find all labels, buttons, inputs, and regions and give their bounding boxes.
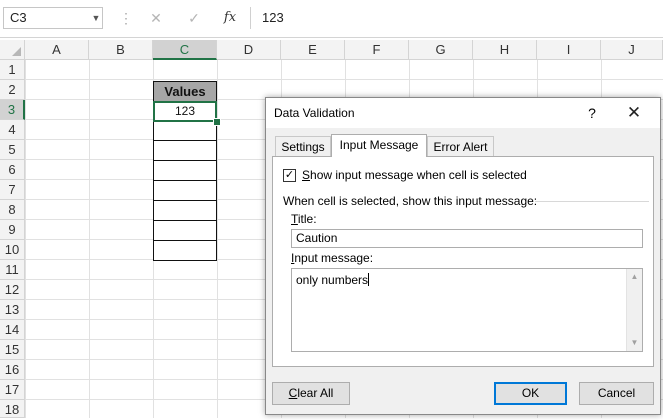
input-message-panel: ✓ Show input message when cell is select… [272,156,654,367]
input-message-label: Input message: [291,249,373,267]
text-caret [368,273,370,286]
row-header-8[interactable]: 8 [0,200,25,220]
ok-button[interactable]: OK [494,382,567,405]
chevron-down-icon[interactable]: ▼ [90,7,102,29]
row-header-3[interactable]: 3 [0,100,25,120]
clear-all-text: lear All [297,386,334,400]
column-header-f[interactable]: F [345,40,409,60]
row-header-2[interactable]: 2 [0,80,25,100]
accel-t: T [291,212,298,226]
title-label-text: itle: [297,212,317,226]
row-header-1[interactable]: 1 [0,60,25,80]
title-label: Title: [291,210,317,228]
formula-buttons: ✕ ✓ fx [139,7,249,29]
table-row[interactable] [154,181,216,201]
column-header-d[interactable]: D [217,40,281,60]
row-header-4[interactable]: 4 [0,120,25,140]
vertical-dots-icon: ⋮ [119,10,133,26]
section-divider [535,201,649,202]
formula-input[interactable]: 123 [250,7,663,29]
message-scrollbar[interactable]: ▲ ▼ [626,269,642,351]
enter-icon[interactable]: ✓ [183,7,205,29]
row-header-9[interactable]: 9 [0,220,25,240]
input-message-value: only numbers [296,273,369,287]
values-table-header[interactable]: Values [154,82,216,102]
table-row[interactable] [154,201,216,221]
show-message-text: how input message when cell is selected [310,168,527,182]
tab-input-message[interactable]: Input Message [331,134,427,157]
row-header-7[interactable]: 7 [0,180,25,200]
input-message-label-text: nput message: [294,251,374,265]
column-header-c[interactable]: C [153,40,217,60]
scroll-down-icon[interactable]: ▼ [627,335,642,351]
select-all-icon [12,47,21,56]
show-message-label[interactable]: Show input message when cell is selected [302,166,527,184]
show-message-checkbox[interactable]: ✓ [283,169,296,182]
row-header-13[interactable]: 13 [0,300,25,320]
data-validation-dialog: Data Validation ? ✕ Settings Input Messa… [265,97,661,415]
column-header-h[interactable]: H [473,40,537,60]
fill-handle[interactable] [213,118,221,126]
cancel-button[interactable]: Cancel [579,382,654,405]
column-header-b[interactable]: B [89,40,153,60]
row-header-12[interactable]: 12 [0,280,25,300]
table-row[interactable] [154,121,216,141]
scroll-up-icon[interactable]: ▲ [627,269,642,285]
table-row[interactable] [154,241,216,261]
table-row[interactable] [154,221,216,241]
table-row[interactable] [154,141,216,161]
column-header-g[interactable]: G [409,40,473,60]
row-header-6[interactable]: 6 [0,160,25,180]
tab-error-alert[interactable]: Error Alert [427,136,494,156]
input-message-textarea[interactable]: only numbers ▲ ▼ [291,268,643,352]
row-header-14[interactable]: 14 [0,320,25,340]
column-header-e[interactable]: E [281,40,345,60]
title-input[interactable]: Caution [291,229,643,248]
column-header-i[interactable]: I [537,40,601,60]
help-icon[interactable]: ? [582,98,602,128]
table-row[interactable] [154,161,216,181]
input-message-text: only numbers [296,272,370,288]
clear-all-button[interactable]: Clear All [272,382,350,405]
row-header-11[interactable]: 11 [0,260,25,280]
row-header-15[interactable]: 15 [0,340,25,360]
dialog-title: Data Validation [274,106,355,120]
row-header-18[interactable]: 18 [0,400,25,418]
select-all-corner[interactable] [0,40,25,60]
column-header-a[interactable]: A [25,40,89,60]
column-header-j[interactable]: J [601,40,663,60]
row-header-5[interactable]: 5 [0,140,25,160]
insert-function-icon[interactable]: fx [219,7,241,29]
cancel-icon[interactable]: ✕ [145,7,167,29]
section-label: When cell is selected, show this input m… [283,194,538,208]
row-header-10[interactable]: 10 [0,240,25,260]
name-box[interactable]: C3 [3,7,103,29]
accel-s: S [302,168,311,182]
dialog-titlebar: Data Validation ? ✕ [266,98,660,128]
tab-settings[interactable]: Settings [275,136,331,156]
active-cell[interactable]: 123 [153,101,217,122]
row-header-17[interactable]: 17 [0,380,25,400]
accel-c: C [288,386,298,400]
close-icon[interactable]: ✕ [622,98,646,128]
row-header-16[interactable]: 16 [0,360,25,380]
